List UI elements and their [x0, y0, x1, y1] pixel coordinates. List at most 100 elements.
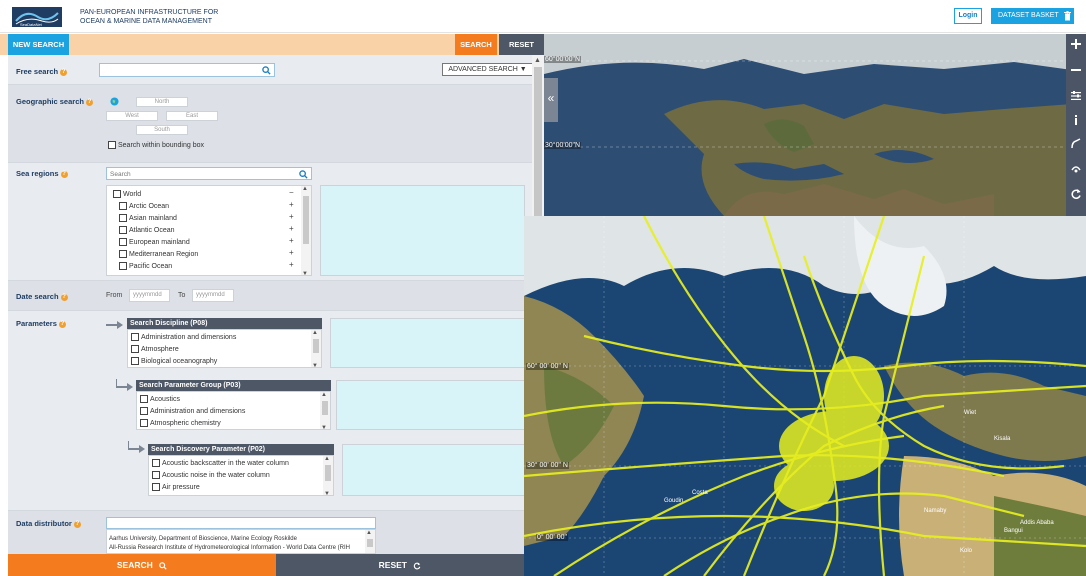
bounding-box-option[interactable]: Search within bounding box: [108, 141, 204, 149]
coord-label: 60°00'00"N: [544, 56, 582, 63]
p02-item[interactable]: Acoustic backscatter in the water column: [152, 459, 289, 467]
distributor-scrollbar[interactable]: ▲: [365, 530, 375, 553]
p08-item[interactable]: Administration and dimensions: [131, 333, 236, 341]
p03-item[interactable]: Administration and dimensions: [140, 407, 245, 415]
data-distributor-list: Aarhus University, Department of Bioscie…: [106, 529, 376, 554]
seadatanet-logo[interactable]: SeaDataNet: [12, 7, 62, 27]
zoom-in-icon[interactable]: [1070, 38, 1082, 50]
sea-regions-search-field[interactable]: [107, 169, 311, 180]
expand-icon[interactable]: +: [289, 200, 294, 209]
tree-item-arctic-ocean[interactable]: Arctic Ocean: [119, 202, 169, 210]
refresh-icon: [414, 562, 421, 570]
trash-icon[interactable]: [1064, 11, 1071, 21]
free-search-input[interactable]: [99, 63, 275, 77]
coord-label: 30° 00' 00" N: [526, 462, 569, 469]
west-input[interactable]: West: [106, 111, 158, 121]
info-icon[interactable]: ?: [73, 520, 81, 528]
expand-icon[interactable]: +: [289, 212, 294, 221]
to-label: To: [178, 292, 186, 299]
logo-text: SeaDataNet: [20, 22, 43, 27]
globe-icon[interactable]: [110, 97, 119, 106]
p03-list: Acoustics Administration and dimensions …: [136, 391, 331, 430]
bottom-search-button[interactable]: SEARCH: [8, 554, 276, 576]
p02-item[interactable]: Air pressure: [152, 483, 200, 491]
zoom-out-icon[interactable]: [1070, 64, 1082, 76]
measure-icon[interactable]: [1070, 138, 1082, 150]
tree-item-atlantic-ocean[interactable]: Atlantic Ocean: [119, 226, 175, 234]
tree-item-world[interactable]: World: [113, 190, 141, 198]
coord-label: 0° 00' 00": [536, 534, 568, 541]
info-icon[interactable]: ?: [60, 68, 68, 76]
p02-item[interactable]: Acoustic noise in the water column: [152, 471, 270, 479]
tree-scrollbar[interactable]: ▲ ▼: [301, 186, 311, 275]
date-from-input[interactable]: yyyymmdd: [129, 289, 170, 302]
map-view-top[interactable]: 60°00'00"N 30°00'00"N: [544, 34, 1072, 216]
p02-list: Acoustic backscatter in the water column…: [148, 455, 334, 496]
search-icon[interactable]: [262, 66, 271, 75]
distributor-item[interactable]: All-Russia Research Institute of Hydrome…: [109, 545, 350, 551]
tree-item-mediterranean-region[interactable]: Mediterranean Region: [119, 250, 198, 258]
free-search-field[interactable]: [100, 64, 274, 77]
collapse-icon[interactable]: −: [289, 188, 294, 197]
date-search-section: Date search? From yyyymmdd To yyyymmdd: [8, 281, 532, 311]
data-distributor-search[interactable]: [106, 517, 376, 529]
app-header: SeaDataNet PAN-EUROPEAN INFRASTRUCTURE F…: [0, 0, 1086, 33]
sea-regions-tree: World − Arctic Ocean + Asian mainland + …: [106, 185, 312, 276]
bottom-reset-button[interactable]: RESET: [276, 554, 524, 576]
geographic-search-section: Geographic search? North West East South…: [8, 85, 532, 163]
arrow-turn-icon: [116, 379, 133, 391]
top-search-button[interactable]: SEARCH: [455, 34, 497, 55]
tree-item-pacific-ocean[interactable]: Pacific Ocean: [119, 262, 172, 270]
expand-icon[interactable]: +: [289, 236, 294, 245]
tree-item-european-mainland[interactable]: European mainland: [119, 238, 190, 246]
date-to-input[interactable]: yyyymmdd: [192, 289, 234, 302]
north-input[interactable]: North: [136, 97, 188, 107]
info-icon[interactable]: [1070, 114, 1082, 126]
draw-icon[interactable]: [1070, 162, 1082, 174]
dataset-basket-button[interactable]: DATASET BASKET 0: [991, 8, 1074, 24]
p08-scrollbar[interactable]: ▲ ▼: [311, 330, 321, 367]
p08-header: Search Discipline (P08): [127, 318, 322, 329]
info-icon[interactable]: ?: [60, 170, 68, 178]
map-place-label: Bangui: [1004, 528, 1023, 534]
search-panel: Free search? ADVANCED SEARCH ▼ Geographi…: [8, 55, 532, 554]
east-input[interactable]: East: [166, 111, 218, 121]
search-icon[interactable]: [299, 170, 308, 179]
map-place-label: Namaby: [924, 508, 947, 514]
brand-line-1: PAN-EUROPEAN INFRASTRUCTURE FOR: [80, 9, 219, 16]
top-reset-button[interactable]: RESET: [499, 34, 544, 55]
bounding-box-checkbox[interactable]: [108, 141, 116, 149]
info-icon[interactable]: ?: [58, 320, 66, 328]
tree-item-asian-mainland[interactable]: Asian mainland: [119, 214, 177, 222]
new-search-tab[interactable]: NEW SEARCH: [8, 34, 69, 55]
basemap-europe: [544, 34, 1072, 216]
p08-item[interactable]: Atmosphere: [131, 345, 179, 353]
info-icon[interactable]: ?: [85, 98, 93, 106]
expand-icon[interactable]: +: [289, 224, 294, 233]
bottom-search-label: SEARCH: [116, 560, 153, 570]
expand-icon[interactable]: +: [289, 260, 294, 269]
distributor-item[interactable]: Aarhus University, Department of Bioscie…: [109, 536, 297, 542]
sea-regions-search[interactable]: [106, 167, 312, 180]
collapse-panel-button[interactable]: «: [544, 78, 558, 122]
login-button[interactable]: Login: [954, 8, 982, 24]
south-input[interactable]: South: [136, 125, 188, 135]
p03-header: Search Parameter Group (P03): [136, 380, 331, 391]
advanced-search-dropdown[interactable]: ADVANCED SEARCH ▼: [442, 63, 532, 76]
brand-text: PAN-EUROPEAN INFRASTRUCTURE FOR OCEAN & …: [80, 8, 218, 26]
expand-icon[interactable]: +: [289, 248, 294, 257]
map-view-tracks[interactable]: 60° 00' 00" N 30° 00' 00" N 0° 00' 00" W…: [524, 216, 1086, 576]
sea-regions-label: Sea regions?: [16, 169, 68, 178]
p03-scrollbar[interactable]: ▲ ▼: [320, 392, 330, 429]
p02-selected-box: [342, 444, 525, 496]
p08-item[interactable]: Biological oceanography: [131, 357, 217, 365]
p02-scrollbar[interactable]: ▲ ▼: [323, 456, 333, 495]
bounding-box-label: Search within bounding box: [118, 141, 205, 149]
map-place-label: Addis Ababa: [1020, 520, 1054, 526]
arrow-right-icon: [106, 321, 123, 329]
p03-item[interactable]: Atmospheric chemistry: [140, 419, 221, 427]
info-icon[interactable]: ?: [60, 293, 68, 301]
p03-item[interactable]: Acoustics: [140, 395, 180, 403]
layers-settings-icon[interactable]: [1070, 90, 1082, 102]
refresh-icon[interactable]: [1070, 188, 1082, 200]
